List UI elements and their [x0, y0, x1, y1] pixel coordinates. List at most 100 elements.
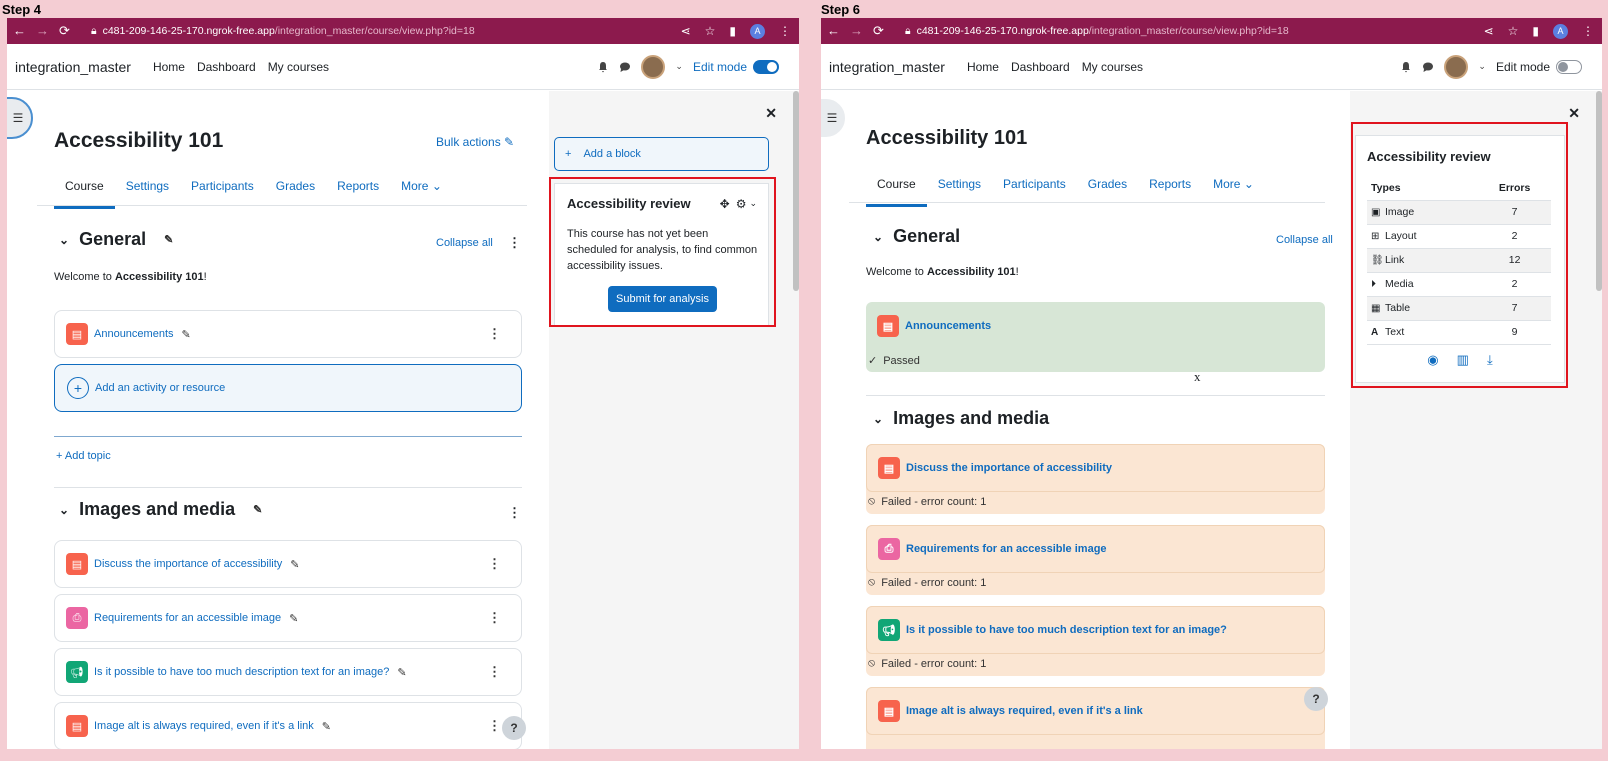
pencil-icon[interactable]: ✎: [182, 328, 191, 341]
tab-grades[interactable]: Grades: [265, 172, 326, 209]
site-name[interactable]: integration_master: [15, 59, 131, 75]
activity-row[interactable]: 📢︎ Is it possible to have too much descr…: [54, 648, 522, 696]
forward-icon[interactable]: →: [36, 23, 49, 39]
tab-more[interactable]: More ⌄: [390, 172, 453, 209]
help-button[interactable]: ?: [502, 716, 526, 740]
add-topic-link[interactable]: + Add topic: [56, 450, 111, 462]
activity-row[interactable]: 📢︎ Is it possible to have too much descri…: [866, 606, 1325, 676]
address-bar[interactable]: 🔒︎ c481-209-146-25-170.ngrok-free.app/in…: [91, 25, 681, 38]
activity-link[interactable]: Image alt is always required, even if it…: [94, 720, 314, 732]
side-panel-icon[interactable]: ▮: [729, 24, 736, 38]
activity-link[interactable]: Discuss the importance of accessibility: [906, 462, 1112, 474]
close-icon[interactable]: ✕: [1568, 105, 1580, 122]
collapse-all-link[interactable]: Collapse all: [436, 237, 493, 249]
nav-home[interactable]: Home: [153, 60, 185, 74]
activity-row[interactable]: ▤ Image alt is always required, even if …: [54, 702, 522, 749]
browser-menu-icon[interactable]: ⋮: [779, 24, 791, 38]
pencil-icon[interactable]: ✎: [322, 720, 331, 733]
chat-icon[interactable]: [1422, 61, 1434, 73]
nav-my-courses[interactable]: My courses: [1082, 60, 1143, 74]
section-general-title: General: [79, 229, 147, 249]
activity-link[interactable]: Image alt is always required, even if it…: [906, 705, 1143, 717]
close-icon[interactable]: ✕: [765, 105, 777, 122]
chevron-down-icon[interactable]: ⌄: [675, 61, 683, 72]
pencil-icon[interactable]: ✎: [290, 558, 299, 571]
status-text: Failed - error count: 1: [881, 657, 987, 670]
nav-dashboard[interactable]: Dashboard: [1011, 60, 1070, 74]
activity-row[interactable]: ▤ Image alt is always required, even if i…: [866, 687, 1325, 749]
activity-row[interactable]: ⎙ Requirements for an accessible image ✎…: [54, 594, 522, 642]
profile-avatar[interactable]: A: [1553, 23, 1568, 39]
site-name[interactable]: integration_master: [829, 59, 945, 75]
user-avatar[interactable]: [641, 54, 666, 79]
chevron-down-icon[interactable]: ⌄: [1478, 61, 1486, 72]
tab-participants[interactable]: Participants: [180, 172, 265, 209]
tab-settings[interactable]: Settings: [115, 172, 180, 209]
back-icon[interactable]: ←: [13, 23, 26, 39]
activity-link[interactable]: Requirements for an accessible image: [906, 543, 1107, 555]
activity-menu-icon[interactable]: ⋮: [488, 718, 501, 734]
bulk-actions-link[interactable]: Bulk actions ✎: [436, 135, 514, 149]
activity-link[interactable]: Announcements: [94, 328, 174, 340]
activity-menu-icon[interactable]: ⋮: [488, 326, 501, 342]
activity-menu-icon[interactable]: ⋮: [488, 610, 501, 626]
help-button[interactable]: ?: [1304, 687, 1328, 711]
add-block-button[interactable]: + Add a block: [554, 137, 769, 171]
chevron-down-icon[interactable]: ⌄: [873, 230, 883, 244]
scrollbar[interactable]: [1596, 91, 1602, 291]
pencil-icon[interactable]: ✎: [253, 503, 262, 516]
profile-avatar[interactable]: A: [750, 23, 765, 39]
activity-announcements[interactable]: ▤ Announcements ✎ ⋮: [54, 310, 522, 358]
course-index-toggle[interactable]: ☰: [7, 97, 33, 139]
bookmark-star-icon[interactable]: ☆: [705, 24, 716, 38]
bookmark-star-icon[interactable]: ☆: [1508, 24, 1519, 38]
section-menu-icon[interactable]: ⋮: [508, 505, 521, 521]
browser-menu-icon[interactable]: ⋮: [1582, 24, 1594, 38]
pencil-icon[interactable]: ✎: [164, 233, 173, 246]
activity-announcements[interactable]: ▤ Announcements ✓ Passed: [866, 302, 1325, 372]
back-icon[interactable]: ←: [827, 23, 840, 39]
edit-mode-switch[interactable]: Edit mode: [693, 59, 779, 74]
course-main: ☰ Accessibility 101 Bulk actions ✎ Cours…: [7, 91, 549, 749]
user-avatar[interactable]: [1444, 54, 1469, 79]
edit-mode-toggle[interactable]: [1556, 59, 1582, 74]
edit-mode-toggle[interactable]: [753, 59, 779, 74]
reload-icon[interactable]: ⟳: [873, 23, 884, 39]
activity-row[interactable]: ⎙ Requirements for an accessible image ⦸ F…: [866, 525, 1325, 595]
activity-link[interactable]: Announcements: [905, 320, 991, 332]
share-icon[interactable]: ⋖: [1484, 24, 1494, 38]
reload-icon[interactable]: ⟳: [59, 23, 70, 39]
chevron-down-icon[interactable]: ⌄: [59, 233, 69, 247]
chat-icon[interactable]: [619, 61, 631, 73]
nav-dashboard[interactable]: Dashboard: [197, 60, 256, 74]
side-panel-icon[interactable]: ▮: [1532, 24, 1539, 38]
edit-mode-switch[interactable]: Edit mode: [1496, 59, 1582, 74]
pencil-icon[interactable]: ✎: [397, 666, 406, 679]
nav-my-courses[interactable]: My courses: [268, 60, 329, 74]
address-bar[interactable]: 🔒︎ c481-209-146-25-170.ngrok-free.app/in…: [905, 25, 1484, 38]
tab-reports[interactable]: Reports: [326, 172, 390, 209]
section-general-heading: ⌄ General: [873, 226, 960, 247]
bell-icon[interactable]: [597, 61, 609, 73]
chevron-down-icon[interactable]: ⌄: [873, 412, 883, 426]
tab-course[interactable]: Course: [54, 172, 115, 209]
activity-menu-icon[interactable]: ⋮: [488, 556, 501, 572]
bell-icon[interactable]: [1400, 61, 1412, 73]
forward-icon[interactable]: →: [850, 23, 863, 39]
share-icon[interactable]: ⋖: [681, 24, 691, 38]
course-index-toggle[interactable]: ☰: [821, 97, 847, 139]
add-activity-button[interactable]: + Add an activity or resource: [54, 364, 522, 412]
collapse-all-link[interactable]: Collapse all: [1276, 234, 1333, 246]
nav-home[interactable]: Home: [967, 60, 999, 74]
activity-row[interactable]: ▤ Discuss the importance of accessibility…: [866, 444, 1325, 514]
activity-row[interactable]: ▤ Discuss the importance of accessibilit…: [54, 540, 522, 588]
section-menu-icon[interactable]: ⋮: [508, 235, 521, 251]
chevron-down-icon[interactable]: ⌄: [59, 503, 69, 517]
pencil-icon[interactable]: ✎: [289, 612, 298, 625]
activity-menu-icon[interactable]: ⋮: [488, 664, 501, 680]
activity-link[interactable]: Discuss the importance of accessibility: [94, 558, 282, 570]
activity-link[interactable]: Is it possible to have too much descript…: [906, 624, 1227, 636]
scrollbar[interactable]: [793, 91, 799, 291]
activity-link[interactable]: Requirements for an accessible image: [94, 612, 281, 624]
activity-link[interactable]: Is it possible to have too much descript…: [94, 666, 389, 678]
